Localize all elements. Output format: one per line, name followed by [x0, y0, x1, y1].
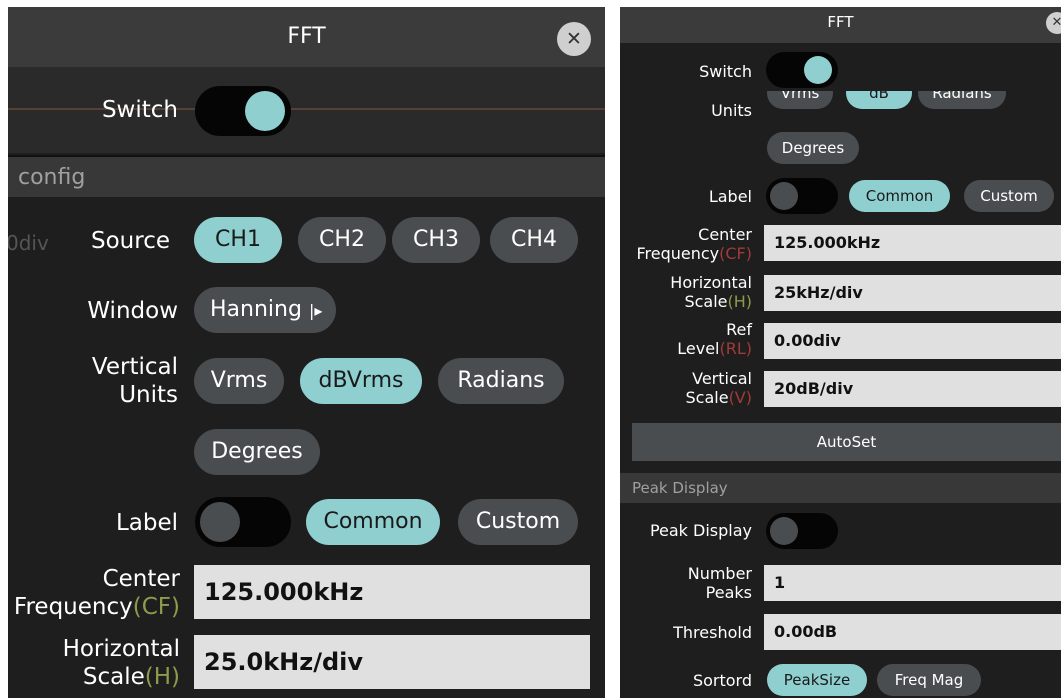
close-icon[interactable]: ✕	[557, 22, 591, 56]
source-ch3[interactable]: CH3	[392, 217, 480, 263]
switch-label: Switch	[101, 97, 178, 123]
vertical-scale-field[interactable]: 20dB/div	[764, 371, 1061, 407]
horizontal-scale-field[interactable]: 25kHz/div	[764, 275, 1061, 311]
switch-toggle[interactable]	[766, 52, 838, 88]
unit-db[interactable]: dB	[846, 91, 912, 109]
source-ch4[interactable]: CH4	[490, 217, 578, 263]
sort-peaksize[interactable]: PeakSize	[767, 664, 867, 696]
label-common[interactable]: Common	[849, 180, 950, 212]
label-common[interactable]: Common	[306, 499, 440, 545]
label-label: Label	[115, 510, 178, 536]
unit-vrms[interactable]: Vrms	[767, 91, 833, 109]
ref-level-label: Ref Level(RL)	[677, 320, 752, 358]
threshold-label: Threshold	[673, 623, 752, 642]
switch-toggle[interactable]	[195, 86, 291, 136]
source-ch2[interactable]: CH2	[298, 217, 386, 263]
source-ch1[interactable]: CH1	[194, 217, 282, 263]
number-peaks-field[interactable]: 1	[764, 565, 1061, 601]
peak-display-toggle[interactable]	[766, 513, 838, 549]
toggle-knob	[770, 182, 798, 210]
label-custom[interactable]: Custom	[964, 180, 1054, 212]
fft-title: FFT	[620, 7, 1061, 43]
unit-degrees[interactable]: Degrees	[767, 132, 859, 164]
unit-radians[interactable]: Radians	[438, 358, 564, 404]
close-icon[interactable]: ✕	[1046, 12, 1061, 34]
horizontal-scale-label: Horizontal Scale(H)	[670, 273, 752, 311]
threshold-field[interactable]: 0.00dB	[764, 614, 1061, 650]
window-label: Window	[87, 298, 178, 324]
ref-level-field[interactable]: 0.00div	[764, 323, 1061, 359]
vertical-scale-label: Vertical Scale(V)	[685, 369, 752, 407]
unit-vrms[interactable]: Vrms	[194, 358, 284, 404]
switch-label: Switch	[699, 62, 752, 81]
unit-degrees[interactable]: Degrees	[194, 429, 320, 475]
center-frequency-field[interactable]: 125.000kHz	[194, 565, 590, 619]
fft-panel-left: FFT ✕ Switch config 0div Source CH1 CH2 …	[8, 7, 605, 698]
sortord-label: Sortord	[692, 671, 752, 690]
label-toggle[interactable]	[195, 497, 291, 547]
center-frequency-label: Center Frequency(CF)	[13, 566, 180, 620]
chevron-right-icon: |▸	[308, 301, 323, 320]
toggle-knob	[200, 502, 240, 542]
fft-title: FFT	[8, 7, 605, 67]
source-label: Source	[91, 228, 170, 254]
label-label: Label	[708, 187, 752, 206]
section-peak-display: Peak Display	[620, 473, 1061, 503]
horizontal-scale-field[interactable]: 25.0kHz/div	[194, 635, 590, 689]
units-label: Units	[711, 101, 752, 120]
window-value: Hanning	[210, 297, 302, 322]
center-frequency-label: Center Frequency(CF)	[636, 225, 752, 263]
vertical-units-label: Vertical Units	[91, 354, 178, 408]
peak-display-label: Peak Display	[649, 521, 752, 540]
bg-scale-text: 0div	[8, 231, 49, 255]
number-peaks-label: Number Peaks	[687, 564, 752, 602]
toggle-knob	[770, 517, 798, 545]
toggle-knob	[804, 56, 832, 84]
toggle-knob	[245, 91, 285, 131]
unit-dbvrms[interactable]: dBVrms	[300, 358, 422, 404]
fft-panel-right: FFT ✕ Switch Vrms dB Radians Units Degre…	[620, 7, 1061, 698]
label-toggle[interactable]	[766, 178, 838, 214]
sort-freq-mag[interactable]: Freq Mag	[877, 664, 981, 696]
horizontal-scale-label: Horizontal Scale(H)	[62, 636, 180, 690]
unit-radians[interactable]: Radians	[918, 91, 1006, 109]
window-select[interactable]: Hanning |▸	[194, 287, 336, 333]
label-custom[interactable]: Custom	[458, 499, 578, 545]
autoset-button[interactable]: AutoSet	[632, 423, 1061, 461]
center-frequency-field[interactable]: 125.000kHz	[764, 225, 1061, 261]
section-config: config	[8, 155, 605, 197]
